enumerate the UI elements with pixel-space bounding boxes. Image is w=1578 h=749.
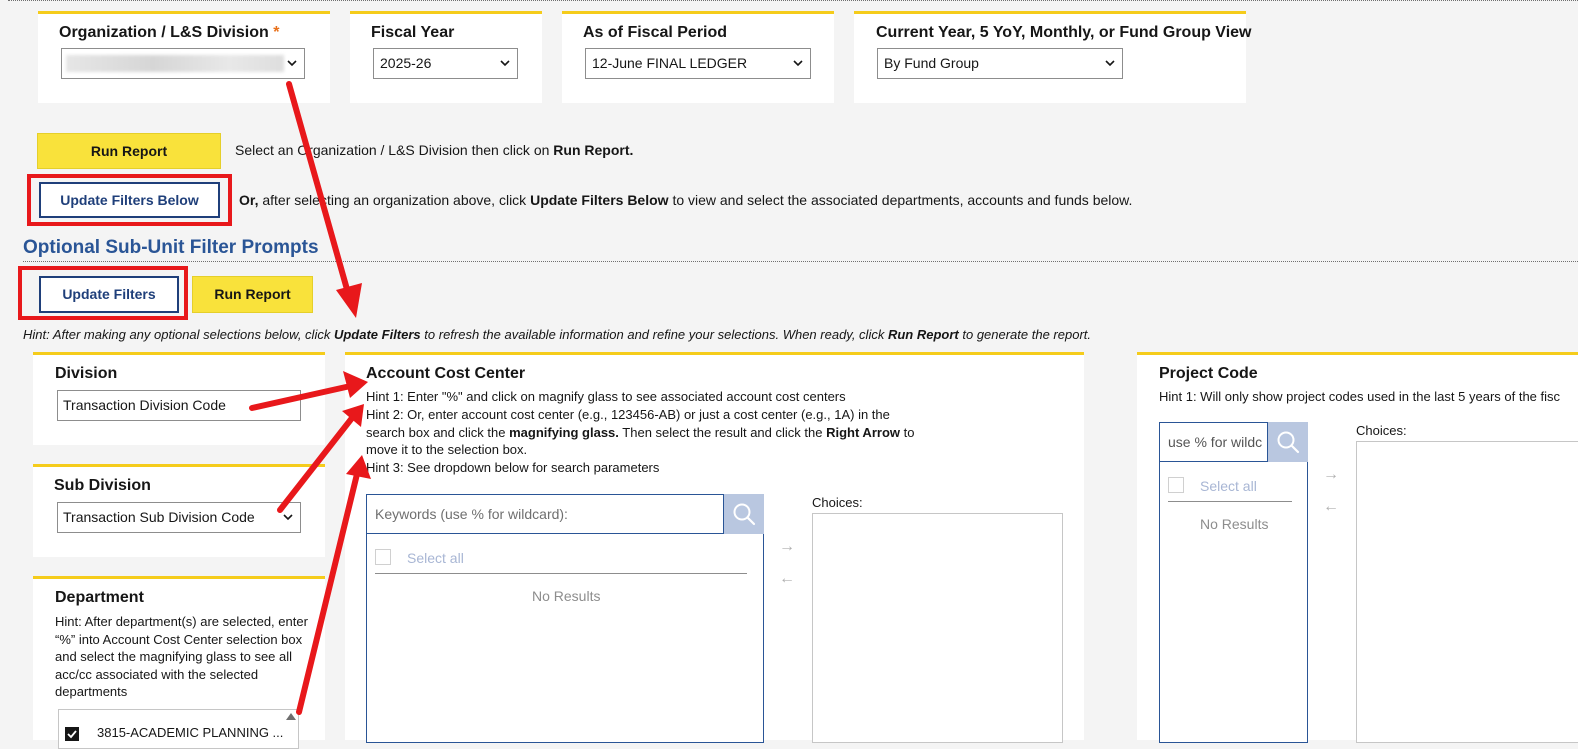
project-results-list: Select all No Results — [1159, 462, 1308, 743]
project-no-results: No Results — [1200, 516, 1269, 532]
acc-select-all-checkbox[interactable] — [375, 549, 391, 565]
move-left-arrow-icon[interactable]: ← — [1323, 498, 1339, 516]
acc-select-all-label: Select all — [407, 550, 464, 566]
acc-hint-1: Hint 1: Enter "%" and click on magnify g… — [366, 389, 846, 404]
magnifying-glass-icon — [733, 503, 756, 526]
account-cost-center-card: Account Cost Center Hint 1: Enter "%" an… — [345, 352, 1084, 743]
check-icon — [67, 730, 77, 739]
update-filters-below-hint: Or, after selecting an organization abov… — [239, 192, 1133, 208]
run-report-button[interactable]: Run Report — [37, 133, 221, 169]
view-select[interactable]: By Fund Group — [877, 48, 1123, 79]
division-card: Division Transaction Division Code — [33, 352, 325, 445]
acc-search-button[interactable] — [724, 494, 764, 534]
department-list: 3815-ACADEMIC PLANNING ... — [58, 709, 299, 749]
chevron-down-icon — [1105, 60, 1115, 67]
optional-section-title: Optional Sub-Unit Filter Prompts — [23, 237, 319, 258]
project-search-button[interactable] — [1268, 422, 1308, 462]
fiscal-year-select[interactable]: 2025-26 — [373, 48, 518, 79]
department-hint: Hint: After department(s) are selected, … — [55, 614, 308, 699]
organization-card: Organization / L&S Division * — [38, 11, 330, 103]
view-label: Current Year, 5 YoY, Monthly, or Fund Gr… — [876, 24, 1252, 41]
project-code-card: Project Code Hint 1: Will only show proj… — [1137, 352, 1578, 743]
magnifying-glass-icon — [1277, 431, 1300, 454]
department-checkbox[interactable] — [65, 727, 79, 741]
chevron-down-icon — [287, 60, 297, 67]
department-card: Department Hint: After department(s) are… — [33, 576, 325, 749]
move-left-arrow-icon[interactable]: ← — [779, 570, 795, 588]
department-item-label: 3815-ACADEMIC PLANNING ... — [97, 725, 284, 740]
division-title: Division — [55, 365, 118, 382]
project-choices-box[interactable] — [1356, 441, 1578, 743]
department-title: Department — [55, 589, 144, 606]
optional-hint: Hint: After making any optional selectio… — [23, 327, 1092, 342]
sub-division-title: Sub Division — [54, 477, 151, 494]
acc-hint-3: Hint 3: See dropdown below for search pa… — [366, 460, 660, 475]
acc-choices-label: Choices: — [812, 495, 863, 510]
acc-hint-2: Hint 2: Or, enter account cost center (e… — [366, 407, 915, 457]
redacted-value — [66, 55, 284, 72]
project-code-title: Project Code — [1159, 365, 1258, 382]
acc-no-results: No Results — [532, 588, 601, 604]
fiscal-year-label: Fiscal Year — [371, 24, 455, 41]
acc-results-list: Select all No Results — [366, 534, 764, 743]
division-input[interactable]: Transaction Division Code — [57, 390, 301, 421]
update-filters-button[interactable]: Update Filters — [39, 276, 179, 313]
top-divider — [8, 0, 1578, 1]
sub-division-select[interactable]: Transaction Sub Division Code — [57, 502, 301, 533]
organization-select[interactable] — [61, 48, 305, 79]
view-card: Current Year, 5 YoY, Monthly, or Fund Gr… — [854, 11, 1251, 103]
move-right-arrow-icon[interactable]: → — [779, 538, 795, 556]
results-divider — [1168, 501, 1292, 502]
fiscal-period-label: As of Fiscal Period — [583, 24, 728, 41]
annotation-arrowhead — [336, 283, 362, 318]
fiscal-period-card: As of Fiscal Period 12-June FINAL LEDGER — [562, 11, 834, 103]
acc-search-input[interactable]: Keywords (use % for wildcard): — [366, 494, 724, 534]
chevron-down-icon — [500, 60, 510, 67]
acc-choices-box[interactable] — [812, 513, 1063, 743]
sub-division-card: Sub Division Transaction Sub Division Co… — [33, 464, 325, 557]
fiscal-period-select[interactable]: 12-June FINAL LEDGER — [585, 48, 811, 79]
move-right-arrow-icon[interactable]: → — [1323, 466, 1339, 484]
project-search-input[interactable]: use % for wildc — [1159, 422, 1268, 462]
chevron-down-icon — [793, 60, 803, 67]
organization-label: Organization / L&S Division * — [59, 24, 280, 41]
fiscal-year-card: Fiscal Year 2025-26 — [350, 11, 542, 103]
run-report-hint: Select an Organization / L&S Division th… — [235, 142, 634, 158]
scroll-up-icon[interactable] — [286, 713, 296, 720]
project-code-hint-1: Hint 1: Will only show project codes use… — [1159, 389, 1561, 404]
project-select-all-label: Select all — [1200, 478, 1257, 494]
section-divider — [23, 261, 1578, 262]
chevron-down-icon — [283, 514, 293, 521]
project-choices-label: Choices: — [1356, 423, 1407, 438]
project-select-all-checkbox[interactable] — [1168, 477, 1184, 493]
results-divider — [375, 573, 747, 574]
run-report-button-secondary[interactable]: Run Report — [192, 276, 313, 313]
update-filters-below-button[interactable]: Update Filters Below — [39, 182, 220, 218]
account-cost-center-title: Account Cost Center — [366, 365, 526, 382]
